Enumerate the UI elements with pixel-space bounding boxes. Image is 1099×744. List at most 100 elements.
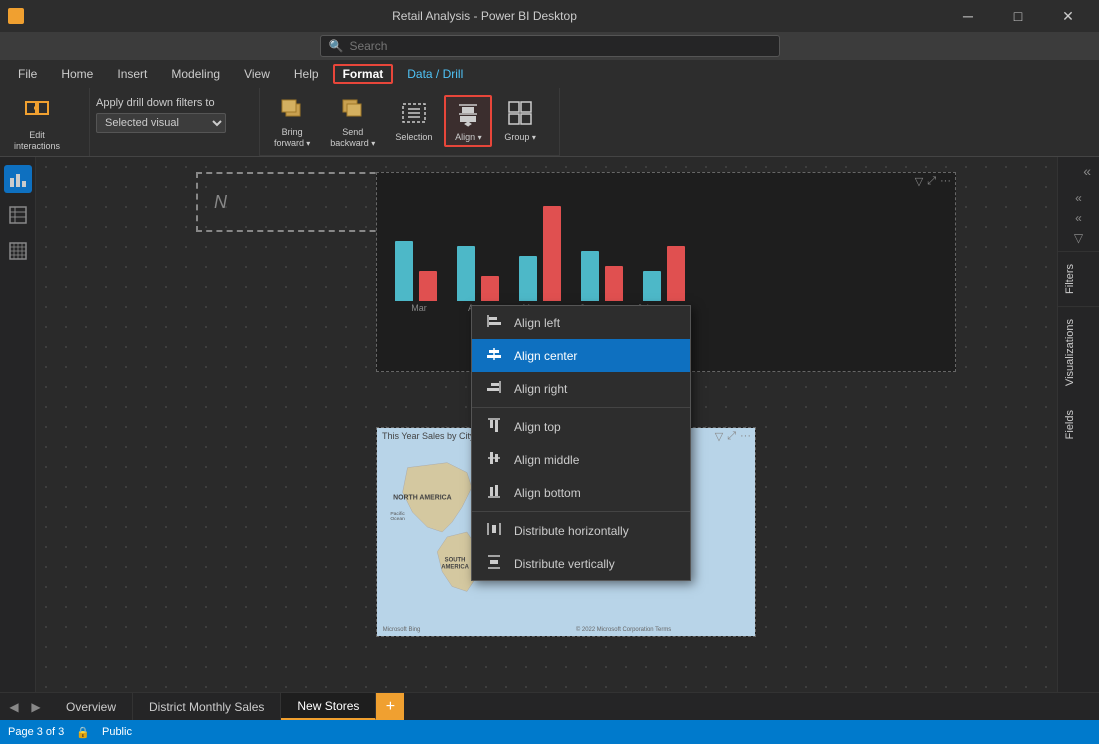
bar-group-jun-red <box>605 266 623 301</box>
bar-group-may-red <box>543 206 561 301</box>
edit-interactions-button[interactable]: Editinteractions <box>6 92 68 154</box>
bar-chart-icon[interactable] <box>4 165 32 193</box>
ribbon-drill-section: Apply drill down filters to Selected vis… <box>90 88 260 156</box>
menu-modeling[interactable]: Modeling <box>161 64 230 84</box>
bring-forward-label: Bringforward ▾ <box>274 127 310 149</box>
maximize-button[interactable]: □ <box>995 0 1041 32</box>
distribute-h-label: Distribute horizontally <box>514 524 629 538</box>
focus-icon[interactable]: ⤢ <box>927 175 936 188</box>
svg-text:NORTH AMERICA: NORTH AMERICA <box>393 494 452 501</box>
distribute-h-item[interactable]: Distribute horizontally <box>472 514 690 547</box>
canvas-area: N ▽ ⤢ ··· <box>36 157 1057 692</box>
bar-group-apr-red <box>481 276 499 301</box>
menu-help[interactable]: Help <box>284 64 329 84</box>
bar-group-jun <box>581 251 599 301</box>
ribbon-arrange-section: Bringforward ▾ Sendbackward ▾ <box>260 88 560 156</box>
menu-separator-1 <box>472 407 690 408</box>
menubar: File Home Insert Modeling View Help Form… <box>0 60 1099 88</box>
add-page-button[interactable]: + <box>376 693 404 720</box>
drill-visual-select[interactable]: Selected visual All visuals <box>96 113 226 133</box>
bar-group-jul-red <box>667 246 685 301</box>
visualizations-tab[interactable]: Visualizations <box>1058 306 1099 398</box>
group-button[interactable]: Group ▾ <box>496 97 544 145</box>
bar-group-mar <box>395 241 413 301</box>
map-filter-icon[interactable]: ▽ <box>715 430 723 443</box>
close-button[interactable]: ✕ <box>1045 0 1091 32</box>
map-toolbar: ▽ ⤢ ··· <box>715 430 751 443</box>
menu-insert[interactable]: Insert <box>107 64 157 84</box>
distribute-v-label: Distribute vertically <box>514 557 615 571</box>
distribute-v-item[interactable]: Distribute vertically <box>472 547 690 580</box>
titlebar: Retail Analysis - Power BI Desktop ─ □ ✕ <box>0 0 1099 32</box>
menu-datadrill[interactable]: Data / Drill <box>397 64 473 84</box>
align-top-label: Align top <box>514 420 561 434</box>
menu-home[interactable]: Home <box>51 64 103 84</box>
bar-apr-cyan <box>457 246 475 301</box>
search-input[interactable] <box>349 39 770 53</box>
bar-jul-cyan <box>643 271 661 301</box>
menu-file[interactable]: File <box>8 64 47 84</box>
map-focus-icon[interactable]: ⤢ <box>727 430 736 443</box>
matrix-icon[interactable] <box>4 237 32 265</box>
page-info: Page 3 of 3 <box>8 726 64 738</box>
fields-tab[interactable]: Fields <box>1058 398 1099 451</box>
minimize-button[interactable]: ─ <box>945 0 991 32</box>
left-sidebar <box>0 157 36 692</box>
bars-area <box>385 181 947 301</box>
bar-group-jul <box>643 271 661 301</box>
send-backward-button[interactable]: Sendbackward ▾ <box>322 92 383 151</box>
bar-group-mar-red <box>419 271 437 301</box>
distribute-v-icon <box>484 554 504 573</box>
align-right-label: Align right <box>514 382 567 396</box>
menu-format[interactable]: Format <box>333 64 394 84</box>
bring-forward-button[interactable]: Bringforward ▾ <box>266 92 318 151</box>
align-bottom-item[interactable]: Align bottom <box>472 476 690 509</box>
send-backward-icon <box>339 94 367 125</box>
svg-text:Microsoft Bing: Microsoft Bing <box>383 627 421 633</box>
filter-icon[interactable]: ▽ <box>915 175 923 188</box>
tab-overview[interactable]: Overview <box>50 693 133 720</box>
align-left-label: Align left <box>514 316 560 330</box>
collapse-panels-button[interactable]: « <box>1079 161 1095 181</box>
align-center-item[interactable]: Align center <box>472 339 690 372</box>
filters-tab[interactable]: Filters <box>1058 251 1099 306</box>
collapse-icon-2[interactable]: « <box>1073 209 1084 227</box>
prev-page-button[interactable]: ◀ <box>4 697 24 717</box>
edit-interactions-label: Editinteractions <box>14 130 60 152</box>
bar-jun-red <box>605 266 623 301</box>
align-middle-icon <box>484 450 504 469</box>
edit-interactions-icon <box>23 94 51 128</box>
right-panel: « « « ▽ Filters Visualizations Fields <box>1057 157 1099 692</box>
bar-jun-cyan <box>581 251 599 301</box>
align-middle-item[interactable]: Align middle <box>472 443 690 476</box>
menu-separator-2 <box>472 511 690 512</box>
statusbar: Page 3 of 3 🔒 Public <box>0 720 1099 744</box>
align-bottom-label: Align bottom <box>514 486 581 500</box>
align-button[interactable]: Align ▾ <box>444 95 492 147</box>
map-more-icon[interactable]: ··· <box>740 430 751 443</box>
align-icon <box>454 99 482 130</box>
table-icon[interactable] <box>4 201 32 229</box>
filter-panel-icon[interactable]: ▽ <box>1072 229 1085 247</box>
more-icon[interactable]: ··· <box>940 175 951 188</box>
search-wrapper: 🔍 <box>320 35 780 57</box>
bar-group-may <box>519 256 537 301</box>
tab-new-stores[interactable]: New Stores <box>281 693 376 720</box>
bring-forward-icon <box>278 94 306 125</box>
bar-may-cyan <box>519 256 537 301</box>
selection-button[interactable]: Selection <box>387 97 440 145</box>
group-label: Group ▾ <box>504 132 536 143</box>
ribbon-arrange-body: Bringforward ▾ Sendbackward ▾ <box>260 88 559 155</box>
label-mar: Mar <box>395 303 443 313</box>
collapse-icon-1[interactable]: « <box>1073 189 1084 207</box>
align-top-item[interactable]: Align top <box>472 410 690 443</box>
align-left-item[interactable]: Align left <box>472 306 690 339</box>
svg-text:Ocean: Ocean <box>390 516 405 522</box>
next-page-button[interactable]: ▶ <box>26 697 46 717</box>
right-tabs: Filters Visualizations Fields <box>1058 251 1099 692</box>
align-left-icon <box>484 313 504 332</box>
tab-district-monthly[interactable]: District Monthly Sales <box>133 693 281 720</box>
menu-view[interactable]: View <box>234 64 280 84</box>
window-controls: ─ □ ✕ <box>945 0 1091 32</box>
align-right-item[interactable]: Align right <box>472 372 690 405</box>
